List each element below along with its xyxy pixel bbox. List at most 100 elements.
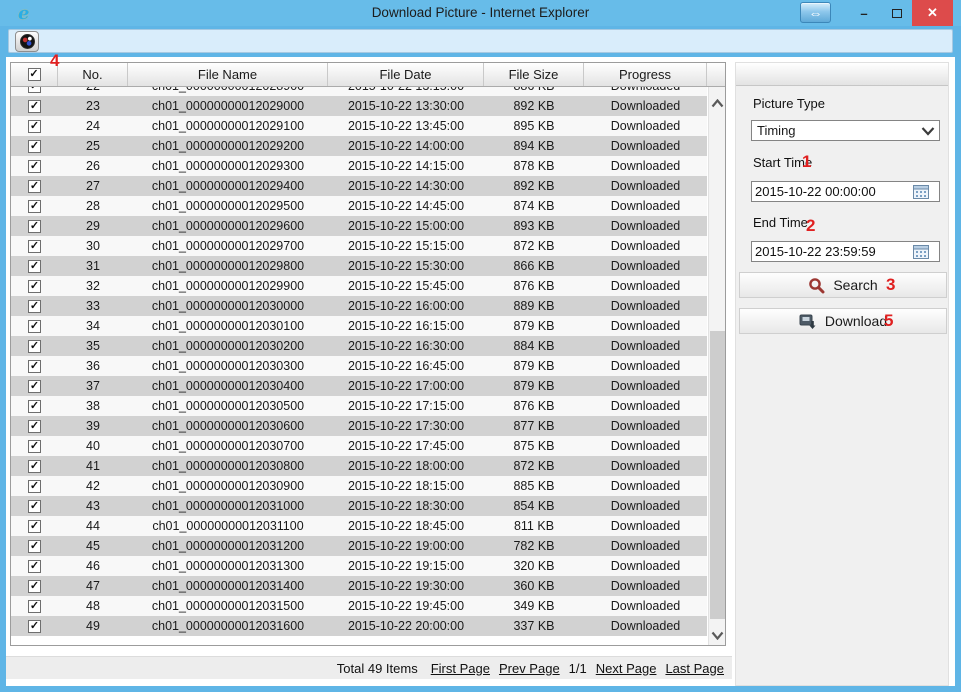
table-row[interactable]: ✓ 24 ch01_00000000012029100 2015-10-22 1…: [11, 116, 707, 136]
row-number: 36: [58, 356, 128, 376]
row-progress: Downloaded: [584, 476, 707, 496]
row-checkbox[interactable]: ✓: [28, 420, 41, 433]
row-checkbox[interactable]: ✓: [28, 380, 41, 393]
table-row[interactable]: ✓ 25 ch01_00000000012029200 2015-10-22 1…: [11, 136, 707, 156]
row-checkbox[interactable]: ✓: [28, 180, 41, 193]
webcam-plugin-button[interactable]: [15, 31, 39, 52]
table-row[interactable]: ✓ 48 ch01_00000000012031500 2015-10-22 1…: [11, 596, 707, 616]
table-row[interactable]: ✓ 42 ch01_00000000012030900 2015-10-22 1…: [11, 476, 707, 496]
row-checkbox[interactable]: ✓: [28, 480, 41, 493]
table-row[interactable]: ✓ 49 ch01_00000000012031600 2015-10-22 2…: [11, 616, 707, 636]
row-file-date: 2015-10-22 16:15:00: [328, 316, 484, 336]
header-file-name[interactable]: File Name: [128, 63, 328, 86]
row-checkbox[interactable]: ✓: [28, 320, 41, 333]
table-row[interactable]: ✓ 44 ch01_00000000012031100 2015-10-22 1…: [11, 516, 707, 536]
download-button[interactable]: Download: [739, 308, 947, 334]
header-file-size[interactable]: File Size: [484, 63, 584, 86]
row-checkbox[interactable]: ✓: [28, 240, 41, 253]
last-page-link[interactable]: Last Page: [665, 661, 724, 676]
row-checkbox[interactable]: ✓: [28, 600, 41, 613]
row-number: 29: [58, 216, 128, 236]
row-progress: Downloaded: [584, 536, 707, 556]
scroll-down-icon[interactable]: [711, 631, 724, 640]
header-file-date[interactable]: File Date: [328, 63, 484, 86]
row-checkbox[interactable]: ✓: [28, 620, 41, 633]
table-row-partial[interactable]: ✓ 22 ch01_00000000012028900 2015-10-22 1…: [11, 87, 707, 96]
calendar-icon[interactable]: [913, 245, 929, 259]
row-checkbox[interactable]: ✓: [28, 260, 41, 273]
table-row[interactable]: ✓ 46 ch01_00000000012031300 2015-10-22 1…: [11, 556, 707, 576]
row-checkbox[interactable]: ✓: [28, 520, 41, 533]
table-row[interactable]: ✓ 28 ch01_00000000012029500 2015-10-22 1…: [11, 196, 707, 216]
select-all-checkbox[interactable]: ✓: [28, 68, 41, 81]
row-checkbox[interactable]: ✓: [28, 340, 41, 353]
table-row[interactable]: ✓ 27 ch01_00000000012029400 2015-10-22 1…: [11, 176, 707, 196]
table-row[interactable]: ✓ 43 ch01_00000000012031000 2015-10-22 1…: [11, 496, 707, 516]
table-row[interactable]: ✓ 40 ch01_00000000012030700 2015-10-22 1…: [11, 436, 707, 456]
table-row[interactable]: ✓ 37 ch01_00000000012030400 2015-10-22 1…: [11, 376, 707, 396]
row-checkbox[interactable]: ✓: [28, 580, 41, 593]
row-file-name: ch01_00000000012030900: [128, 476, 328, 496]
row-checkbox[interactable]: ✓: [28, 500, 41, 513]
table-row[interactable]: ✓ 36 ch01_00000000012030300 2015-10-22 1…: [11, 356, 707, 376]
picture-type-value: Timing: [757, 123, 796, 138]
row-checkbox[interactable]: ✓: [28, 360, 41, 373]
row-checkbox[interactable]: ✓: [28, 140, 41, 153]
header-no[interactable]: No.: [58, 63, 128, 86]
table-row[interactable]: ✓ 38 ch01_00000000012030500 2015-10-22 1…: [11, 396, 707, 416]
row-checkbox[interactable]: ✓: [28, 220, 41, 233]
scroll-up-icon[interactable]: [711, 99, 724, 108]
table-row[interactable]: ✓ 30 ch01_00000000012029700 2015-10-22 1…: [11, 236, 707, 256]
maximize-button[interactable]: [884, 0, 910, 26]
table-row[interactable]: ✓ 31 ch01_00000000012029800 2015-10-22 1…: [11, 256, 707, 276]
row-number: 42: [58, 476, 128, 496]
table-row[interactable]: ✓ 41 ch01_00000000012030800 2015-10-22 1…: [11, 456, 707, 476]
row-checkbox[interactable]: ✓: [28, 540, 41, 553]
first-page-link[interactable]: First Page: [431, 661, 490, 676]
table-row[interactable]: ✓ 34 ch01_00000000012030100 2015-10-22 1…: [11, 316, 707, 336]
table-row[interactable]: ✓ 39 ch01_00000000012030600 2015-10-22 1…: [11, 416, 707, 436]
row-checkbox[interactable]: ✓: [28, 200, 41, 213]
row-file-size: 879 KB: [484, 356, 584, 376]
picture-type-select[interactable]: Timing: [751, 120, 940, 141]
start-time-input[interactable]: [751, 181, 940, 202]
annotation-step-5: 5: [884, 311, 893, 331]
row-checkbox[interactable]: ✓: [28, 460, 41, 473]
minimize-button[interactable]: –: [851, 0, 877, 26]
table-row[interactable]: ✓ 45 ch01_00000000012031200 2015-10-22 1…: [11, 536, 707, 556]
table-row[interactable]: ✓ 33 ch01_00000000012030000 2015-10-22 1…: [11, 296, 707, 316]
row-checkbox[interactable]: ✓: [28, 87, 41, 93]
table-row[interactable]: ✓ 47 ch01_00000000012031400 2015-10-22 1…: [11, 576, 707, 596]
close-icon: ✕: [927, 5, 938, 21]
row-checkbox[interactable]: ✓: [28, 300, 41, 313]
row-checkbox[interactable]: ✓: [28, 160, 41, 173]
row-file-name: ch01_00000000012029400: [128, 176, 328, 196]
row-checkbox[interactable]: ✓: [28, 280, 41, 293]
close-button[interactable]: ✕: [912, 0, 953, 26]
row-checkbox[interactable]: ✓: [28, 120, 41, 133]
table-row[interactable]: ✓ 32 ch01_00000000012029900 2015-10-22 1…: [11, 276, 707, 296]
row-progress: Downloaded: [584, 236, 707, 256]
prev-page-link[interactable]: Prev Page: [499, 661, 560, 676]
row-file-name: ch01_00000000012031100: [128, 516, 328, 536]
row-file-date: 2015-10-22 14:45:00: [328, 196, 484, 216]
table-row[interactable]: ✓ 29 ch01_00000000012029600 2015-10-22 1…: [11, 216, 707, 236]
calendar-icon[interactable]: [913, 185, 929, 199]
end-time-input[interactable]: [751, 241, 940, 262]
search-button[interactable]: Search: [739, 272, 947, 298]
next-page-link[interactable]: Next Page: [596, 661, 657, 676]
table-row[interactable]: ✓ 26 ch01_00000000012029300 2015-10-22 1…: [11, 156, 707, 176]
row-checkbox[interactable]: ✓: [28, 400, 41, 413]
row-number: 24: [58, 116, 128, 136]
row-checkbox[interactable]: ✓: [28, 560, 41, 573]
header-progress[interactable]: Progress: [584, 63, 707, 86]
table-row[interactable]: ✓ 23 ch01_00000000012029000 2015-10-22 1…: [11, 96, 707, 116]
row-checkbox[interactable]: ✓: [28, 100, 41, 113]
row-checkbox[interactable]: ✓: [28, 440, 41, 453]
table-scrollbar[interactable]: [708, 87, 725, 645]
row-file-name: ch01_00000000012029900: [128, 276, 328, 296]
scrollbar-thumb[interactable]: [710, 331, 725, 619]
row-file-name: ch01_00000000012030400: [128, 376, 328, 396]
flip-ahead-button[interactable]: ⇔: [800, 2, 831, 23]
table-row[interactable]: ✓ 35 ch01_00000000012030200 2015-10-22 1…: [11, 336, 707, 356]
